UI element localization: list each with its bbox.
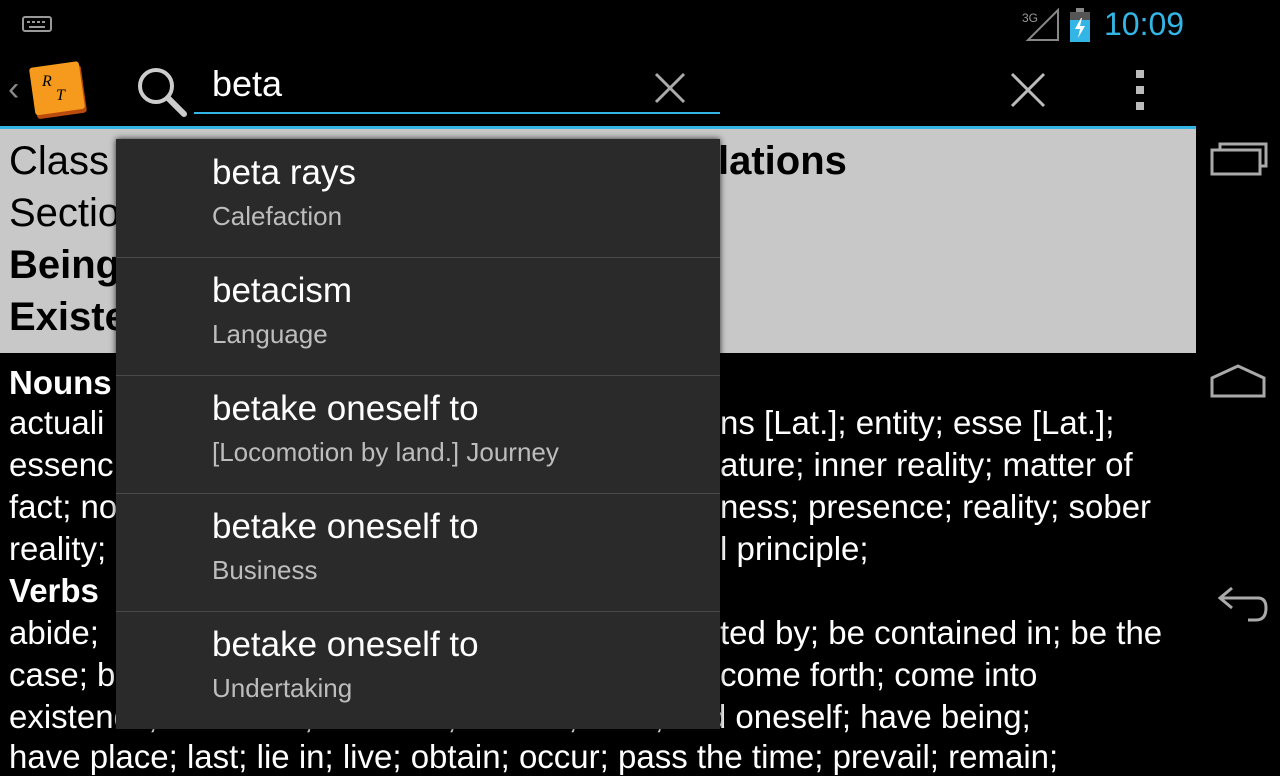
section-heading-nouns: Nouns xyxy=(9,364,112,401)
content-line-right: ness; presence; reality; sober xyxy=(720,488,1152,525)
section-heading-verbs: Verbs xyxy=(9,572,99,609)
navigation-bar xyxy=(1196,0,1280,768)
action-bar: ‹ R T xyxy=(0,50,1196,129)
clock: 10:09 xyxy=(1104,6,1185,42)
recent-apps-icon[interactable] xyxy=(1208,130,1268,190)
suggestion-item[interactable]: beta rays Calefaction xyxy=(116,139,720,258)
search-suggestions-dropdown: beta rays Calefaction betacism Language … xyxy=(116,139,720,729)
overflow-menu-icon[interactable] xyxy=(1128,68,1152,112)
content-line-right: ted by; be contained in; be the xyxy=(720,614,1163,651)
content-line-left: essenc xyxy=(9,446,114,483)
suggestion-title: betacism xyxy=(212,271,353,310)
close-icon[interactable] xyxy=(1006,68,1050,112)
battery-charging-icon xyxy=(1070,8,1090,42)
content-line-right: come forth; come into xyxy=(720,656,1038,693)
suggestion-category: Calefaction xyxy=(212,201,343,231)
content-line-left: fact; no xyxy=(9,488,118,525)
home-icon[interactable] xyxy=(1208,356,1268,416)
app-logo-icon[interactable]: R T xyxy=(28,58,90,122)
content-line-right: ature; inner reality; matter of xyxy=(720,446,1133,483)
search-input[interactable] xyxy=(194,56,720,114)
content-line-left: reality; xyxy=(9,530,107,567)
header-line-1-right: lations xyxy=(718,139,847,183)
search-icon xyxy=(138,68,187,117)
content-line-left: actuali xyxy=(9,404,105,441)
content-line: have place; last; lie in; live; obtain; … xyxy=(9,738,1059,775)
content-line-left: case; b xyxy=(9,656,116,693)
header-line-1-left: Class xyxy=(9,139,110,183)
suggestion-title: betake oneself to xyxy=(212,507,479,546)
content-line-left: abide; xyxy=(9,614,99,651)
content-line-right: l principle; xyxy=(720,530,869,567)
suggestion-category: Language xyxy=(212,319,328,349)
suggestion-item[interactable]: betake oneself to [Locomotion by land.] … xyxy=(116,375,720,494)
header-line-2-left: Sectio xyxy=(9,191,121,235)
clear-icon[interactable] xyxy=(650,68,690,108)
suggestion-item[interactable]: betacism Language xyxy=(116,257,720,376)
header-line-3-left: Being xyxy=(9,243,121,287)
suggestion-category: Undertaking xyxy=(212,673,353,703)
suggestion-title: betake oneself to xyxy=(212,389,479,428)
signal-icon: 3G xyxy=(1022,8,1059,41)
status-bar: 3G 10:09 xyxy=(0,0,1196,50)
suggestion-item[interactable]: betake oneself to Undertaking xyxy=(116,611,720,729)
svg-text:R: R xyxy=(41,73,52,90)
keyboard-icon xyxy=(22,16,52,32)
back-icon[interactable] xyxy=(1208,576,1268,636)
suggestion-item[interactable]: betake oneself to Business xyxy=(116,493,720,612)
header-line-4-left: Existe xyxy=(9,295,127,339)
content-line-right: ns [Lat.]; entity; esse [Lat.]; xyxy=(720,404,1115,441)
suggestion-category: [Locomotion by land.] Journey xyxy=(212,437,559,467)
svg-text:T: T xyxy=(56,87,66,104)
up-chevron-icon[interactable]: ‹ xyxy=(8,70,19,109)
suggestion-title: betake oneself to xyxy=(212,625,479,664)
network-type-label: 3G xyxy=(1022,11,1038,25)
suggestion-category: Business xyxy=(212,555,318,585)
suggestion-title: beta rays xyxy=(212,153,356,192)
